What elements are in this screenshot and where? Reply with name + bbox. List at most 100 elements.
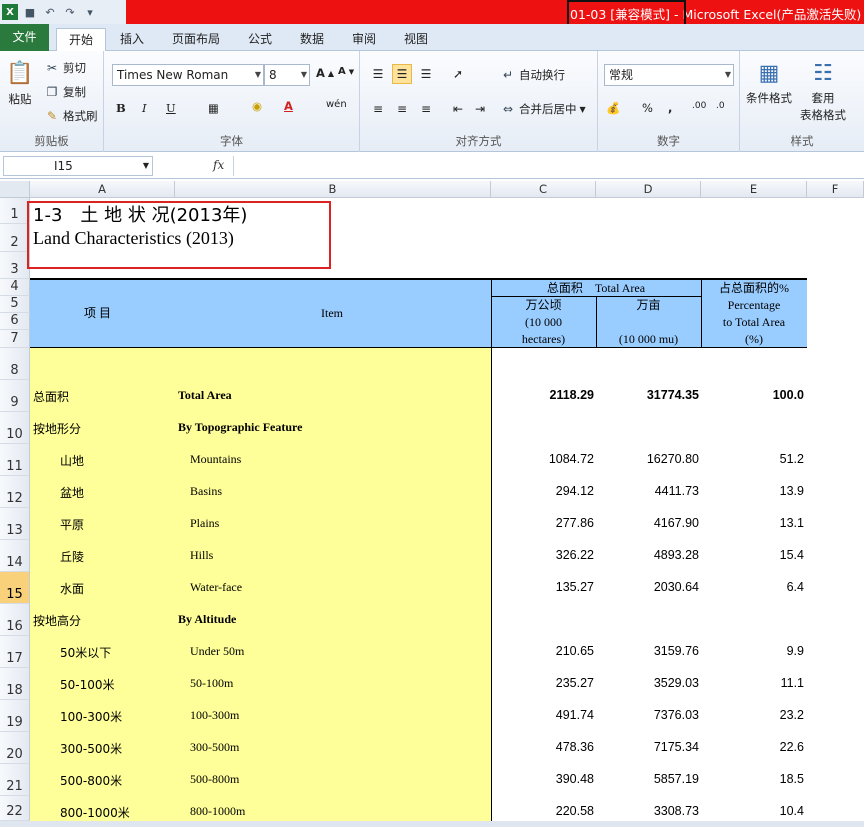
cell-percentage[interactable]: 13.1: [701, 516, 804, 530]
row-header[interactable]: 20: [0, 732, 30, 764]
row-header[interactable]: 14: [0, 540, 30, 572]
wrap-text-button[interactable]: ↵ 自动换行: [500, 67, 565, 83]
cell-item-cn[interactable]: 300-500米: [60, 740, 122, 757]
align-center-icon[interactable]: ≡: [392, 99, 412, 119]
comma-icon[interactable]: ,: [668, 101, 672, 115]
tab-page-layout[interactable]: 页面布局: [160, 28, 232, 51]
conditional-formatting-button[interactable]: ▦ 条件格式: [746, 57, 792, 106]
cell-item-cn[interactable]: 平原: [60, 516, 84, 533]
align-right-icon[interactable]: ≡: [416, 99, 436, 119]
cell-area-hectares[interactable]: 2118.29: [491, 388, 595, 402]
cell-area-hectares[interactable]: 390.48: [491, 772, 594, 786]
cell-item-en[interactable]: Water-face: [190, 580, 242, 595]
row-header[interactable]: 11: [0, 444, 30, 476]
function-icon[interactable]: fx: [213, 158, 224, 172]
cell-area-mu[interactable]: 2030.64: [596, 580, 699, 594]
cell-percentage[interactable]: 15.4: [701, 548, 804, 562]
bold-icon[interactable]: B: [116, 101, 126, 115]
shrink-font-icon[interactable]: A ▼: [338, 66, 354, 77]
tab-home[interactable]: 开始: [56, 28, 107, 51]
column-header-e[interactable]: E: [701, 181, 807, 198]
grow-font-icon[interactable]: A ▲: [316, 66, 334, 80]
cell-area-hectares[interactable]: 277.86: [491, 516, 594, 530]
cell-area-mu[interactable]: 7376.03: [596, 708, 699, 722]
tab-file[interactable]: 文件: [0, 24, 49, 51]
cell-item-en[interactable]: Plains: [190, 516, 219, 531]
column-header-c[interactable]: C: [491, 181, 596, 198]
row-header[interactable]: 6: [0, 313, 30, 330]
orientation-icon[interactable]: ➚: [448, 64, 468, 84]
cell-area-hectares[interactable]: 210.65: [491, 644, 594, 658]
name-box[interactable]: I15 ▼: [3, 156, 153, 176]
cell-area-hectares[interactable]: 235.27: [491, 676, 594, 690]
cell-area-hectares[interactable]: 478.36: [491, 740, 594, 754]
row-header[interactable]: 13: [0, 508, 30, 540]
cell-item-en[interactable]: By Altitude: [178, 612, 236, 627]
cell-item-en[interactable]: 500-800m: [190, 772, 239, 787]
align-middle-icon[interactable]: ☰: [392, 64, 412, 84]
column-header-a[interactable]: A: [30, 181, 175, 198]
cell-item-cn[interactable]: 50米以下: [60, 644, 111, 661]
align-top-icon[interactable]: ☰: [368, 64, 388, 84]
row-header[interactable]: 7: [0, 330, 30, 348]
formula-input[interactable]: [233, 156, 862, 176]
row-header[interactable]: 16: [0, 604, 30, 636]
currency-icon[interactable]: 💰: [606, 101, 620, 115]
tab-data[interactable]: 数据: [288, 28, 336, 51]
row-header[interactable]: 2: [0, 224, 30, 252]
cell-item-en[interactable]: 100-300m: [190, 708, 239, 723]
italic-icon[interactable]: I: [142, 101, 147, 115]
column-header-b[interactable]: B: [175, 181, 491, 198]
tab-insert[interactable]: 插入: [108, 28, 156, 51]
cell-percentage[interactable]: 9.9: [701, 644, 804, 658]
cell-area-hectares[interactable]: 326.22: [491, 548, 594, 562]
cell-item-en[interactable]: Hills: [190, 548, 213, 563]
decrease-indent-icon[interactable]: ⇤: [448, 99, 468, 119]
cell-item-en[interactable]: 50-100m: [190, 676, 233, 691]
cell-area-mu[interactable]: 31774.35: [596, 388, 699, 402]
merge-center-button[interactable]: ⇔ 合并后居中 ▼: [500, 101, 586, 117]
cell-percentage[interactable]: 51.2: [701, 452, 804, 466]
cell-area-hectares[interactable]: 1084.72: [491, 452, 594, 466]
cell-item-en[interactable]: 800-1000m: [190, 804, 245, 819]
cell-percentage[interactable]: 13.9: [701, 484, 804, 498]
increase-decimal-icon[interactable]: .00: [692, 101, 706, 111]
cell-item-cn[interactable]: 水面: [60, 580, 84, 597]
cell-item-cn[interactable]: 按地高分: [33, 612, 81, 629]
cell-item-en[interactable]: By Topographic Feature: [178, 420, 302, 435]
fill-color-icon[interactable]: ◉: [252, 99, 262, 113]
cell-area-mu[interactable]: 4893.28: [596, 548, 699, 562]
cell-area-mu[interactable]: 4167.90: [596, 516, 699, 530]
undo-icon[interactable]: ↶: [42, 4, 58, 20]
excel-logo-icon[interactable]: X: [2, 4, 18, 20]
row-header[interactable]: 4: [0, 279, 30, 296]
cell-item-cn[interactable]: 总面积: [33, 388, 69, 405]
cell-item-cn[interactable]: 100-300米: [60, 708, 122, 725]
cell-item-cn[interactable]: 50-100米: [60, 676, 115, 693]
align-left-icon[interactable]: ≡: [368, 99, 388, 119]
percent-icon[interactable]: %: [642, 101, 653, 115]
tab-review[interactable]: 审阅: [340, 28, 388, 51]
cell-percentage[interactable]: 11.1: [701, 676, 804, 690]
font-name-select[interactable]: Times New Roman ▼: [112, 64, 264, 86]
cell-item-en[interactable]: Mountains: [190, 452, 241, 467]
paste-button[interactable]: 📋 粘贴: [4, 57, 36, 107]
select-all-corner[interactable]: [0, 181, 30, 198]
cell-item-cn[interactable]: 山地: [60, 452, 84, 469]
cell-item-cn[interactable]: 500-800米: [60, 772, 122, 789]
align-bottom-icon[interactable]: ☰: [416, 64, 436, 84]
number-format-select[interactable]: 常规 ▼: [604, 64, 734, 86]
copy-button[interactable]: ❐ 复制: [44, 84, 86, 100]
cell-area-hectares[interactable]: 135.27: [491, 580, 594, 594]
cell-item-en[interactable]: 300-500m: [190, 740, 239, 755]
cut-button[interactable]: ✂ 剪切: [44, 60, 86, 76]
row-header[interactable]: 18: [0, 668, 30, 700]
row-header[interactable]: 17: [0, 636, 30, 668]
row-header[interactable]: 8: [0, 348, 30, 380]
cell-item-cn[interactable]: 800-1000米: [60, 804, 130, 821]
cell-percentage[interactable]: 100.0: [701, 388, 804, 402]
format-as-table-button[interactable]: ☷ 套用 表格格式: [800, 57, 846, 123]
phonetic-icon[interactable]: wén: [326, 99, 347, 110]
row-header[interactable]: 10: [0, 412, 30, 444]
row-header[interactable]: 19: [0, 700, 30, 732]
